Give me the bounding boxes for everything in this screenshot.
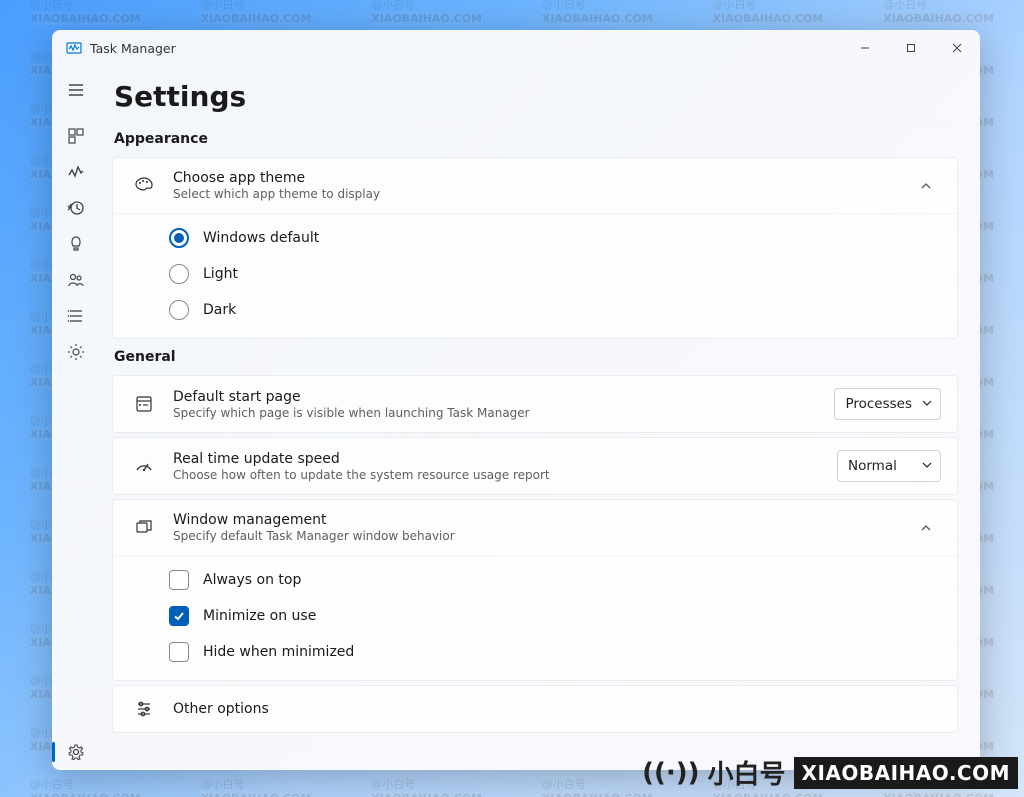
other-options-title: Other options: [173, 701, 941, 717]
titlebar: Task Manager: [52, 30, 980, 66]
option-label: Light: [203, 266, 238, 282]
broadcast-icon: ((·)): [642, 758, 699, 788]
window-mgmt-subtitle: Specify default Task Manager window beha…: [173, 529, 899, 543]
theme-card: Choose app theme Select which app theme …: [112, 157, 958, 339]
windows-icon: [133, 517, 155, 539]
page-title: Settings: [114, 80, 958, 113]
default-start-page-card: Default start page Specify which page is…: [112, 375, 958, 433]
option-always-on-top[interactable]: Always on top: [169, 562, 957, 598]
theme-subtitle: Select which app theme to display: [173, 187, 899, 201]
watermark-brand-corner: ((·)) 小白号 XIAOBAIHAO.COM: [642, 754, 1018, 791]
window-management-card: Window management Specify default Task M…: [112, 499, 958, 681]
default-page-subtitle: Specify which page is visible when launc…: [173, 406, 822, 420]
radio-icon: [169, 228, 189, 248]
chevron-up-icon: [911, 513, 941, 543]
theme-card-header[interactable]: Choose app theme Select which app theme …: [113, 158, 957, 213]
theme-option-windows-default[interactable]: Windows default: [169, 220, 957, 256]
brand-cn: 小白号: [708, 754, 786, 791]
default-start-page-row[interactable]: Default start page Specify which page is…: [113, 376, 957, 432]
brand-en: XIAOBAIHAO.COM: [794, 757, 1018, 789]
option-minimize-on-use[interactable]: Minimize on use: [169, 598, 957, 634]
sidebar: [52, 66, 100, 770]
sidebar-item-performance[interactable]: [52, 154, 100, 190]
option-label: Hide when minimized: [203, 644, 354, 660]
option-label: Minimize on use: [203, 608, 316, 624]
radio-icon: [169, 300, 189, 320]
chevron-down-icon: [922, 458, 932, 474]
update-speed-dropdown[interactable]: Normal: [837, 450, 941, 482]
window-mgmt-title: Window management: [173, 512, 899, 528]
radio-icon: [169, 264, 189, 284]
speed-icon: [133, 455, 155, 477]
close-button[interactable]: [934, 30, 980, 66]
update-speed-title: Real time update speed: [173, 451, 825, 467]
theme-title: Choose app theme: [173, 170, 899, 186]
task-manager-window: Task Manager: [52, 30, 980, 770]
option-label: Windows default: [203, 230, 319, 246]
theme-option-light[interactable]: Light: [169, 256, 957, 292]
palette-icon: [133, 175, 155, 197]
sidebar-item-settings[interactable]: [52, 734, 100, 770]
update-speed-card: Real time update speed Choose how often …: [112, 437, 958, 495]
sidebar-item-startup-apps[interactable]: [52, 226, 100, 262]
section-general-header: General: [114, 349, 958, 365]
other-options-header[interactable]: Other options: [113, 686, 957, 732]
default-start-page-dropdown[interactable]: Processes: [834, 388, 941, 420]
minimize-button[interactable]: [842, 30, 888, 66]
sidebar-item-details[interactable]: [52, 298, 100, 334]
hamburger-menu-button[interactable]: [52, 72, 100, 108]
sliders-icon: [133, 698, 155, 720]
option-hide-when-minimized[interactable]: Hide when minimized: [169, 634, 957, 670]
checkbox-icon: [169, 642, 189, 662]
checkbox-icon: [169, 570, 189, 590]
option-label: Dark: [203, 302, 236, 318]
sidebar-item-processes[interactable]: [52, 118, 100, 154]
section-appearance-header: Appearance: [114, 131, 958, 147]
task-manager-app-icon: [66, 40, 82, 56]
checkbox-icon: [169, 606, 189, 626]
dropdown-value: Processes: [845, 396, 912, 412]
chevron-up-icon: [911, 171, 941, 201]
dropdown-value: Normal: [848, 458, 912, 474]
page-icon: [133, 393, 155, 415]
chevron-down-icon: [922, 396, 932, 412]
window-management-header[interactable]: Window management Specify default Task M…: [113, 500, 957, 555]
default-page-title: Default start page: [173, 389, 822, 405]
sidebar-item-services[interactable]: [52, 334, 100, 370]
maximize-button[interactable]: [888, 30, 934, 66]
settings-content: Settings Appearance Choose app theme Sel…: [100, 66, 980, 770]
other-options-card: Other options: [112, 685, 958, 733]
option-label: Always on top: [203, 572, 301, 588]
sidebar-item-app-history[interactable]: [52, 190, 100, 226]
window-title: Task Manager: [90, 41, 176, 56]
update-speed-subtitle: Choose how often to update the system re…: [173, 468, 825, 482]
theme-option-dark[interactable]: Dark: [169, 292, 957, 328]
update-speed-row[interactable]: Real time update speed Choose how often …: [113, 438, 957, 494]
sidebar-item-users[interactable]: [52, 262, 100, 298]
